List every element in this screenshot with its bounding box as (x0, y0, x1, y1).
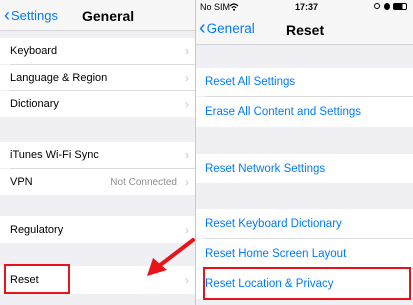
row-label: Reset Network Settings (205, 162, 326, 175)
pointer-arrow-icon (147, 238, 195, 276)
reset-network-settings-row[interactable]: Reset Network Settings (196, 154, 413, 183)
chevron-left-icon: ‹ (199, 17, 206, 39)
carrier-label: No SIM (200, 2, 231, 12)
back-to-settings-button[interactable]: ‹ Settings (4, 6, 58, 24)
language-region-row[interactable]: Language & Region › (0, 65, 195, 90)
vpn-row[interactable]: VPN Not Connected › (0, 169, 195, 195)
row-label: iTunes Wi-Fi Sync (10, 149, 99, 161)
chevron-right-icon: › (185, 222, 189, 237)
chevron-right-icon: › (185, 70, 189, 85)
status-bar: No SIM 17:37 (196, 0, 413, 14)
keyboard-row[interactable]: Keyboard › (0, 38, 195, 64)
battery-icon (393, 3, 407, 10)
reset-nav-bar: ‹ General Reset (196, 14, 413, 45)
row-label: Reset All Settings (205, 76, 296, 88)
row-label: VPN (10, 176, 33, 188)
chevron-right-icon: › (185, 175, 189, 189)
dictionary-row[interactable]: Dictionary › (0, 91, 195, 117)
reset-keyboard-dictionary-row[interactable]: Reset Keyboard Dictionary (196, 209, 413, 238)
row-label: Dictionary (10, 98, 59, 110)
chevron-right-icon: › (185, 97, 189, 111)
reset-all-settings-row[interactable]: Reset All Settings (196, 68, 413, 96)
general-nav-bar: ‹ Settings General (0, 0, 195, 31)
back-label: General (206, 20, 255, 36)
chevron-right-icon: › (185, 44, 189, 58)
itunes-wifi-sync-row[interactable]: iTunes Wi-Fi Sync › (0, 142, 195, 168)
bluetooth-icon (384, 3, 390, 10)
row-label: Regulatory (10, 223, 64, 236)
alarm-icon (374, 3, 380, 9)
reset-settings-panel: No SIM 17:37 ‹ General Reset Reset All S… (196, 0, 413, 305)
chevron-left-icon: ‹ (4, 5, 10, 25)
back-to-general-button[interactable]: ‹ General (199, 17, 255, 39)
general-settings-panel: ‹ Settings General Keyboard › Language &… (0, 0, 195, 305)
time-label: 17:37 (295, 2, 319, 12)
row-label: Language & Region (10, 71, 108, 84)
reset-location-highlight-box (203, 267, 411, 300)
row-label: Keyboard (10, 45, 58, 57)
row-label: Reset Home Screen Layout (205, 247, 347, 260)
row-label: Erase All Content and Settings (205, 106, 361, 118)
page-title: Reset (286, 22, 325, 38)
page-title: General (82, 8, 135, 24)
wifi-icon (229, 3, 239, 11)
chevron-right-icon: › (185, 148, 189, 162)
reset-home-screen-layout-row[interactable]: Reset Home Screen Layout (196, 239, 413, 268)
back-label: Settings (11, 7, 58, 23)
erase-all-content-row[interactable]: Erase All Content and Settings (196, 97, 413, 127)
row-label: Reset Keyboard Dictionary (205, 217, 342, 230)
vpn-status-value: Not Connected (110, 176, 177, 188)
reset-highlight-box (4, 264, 70, 294)
